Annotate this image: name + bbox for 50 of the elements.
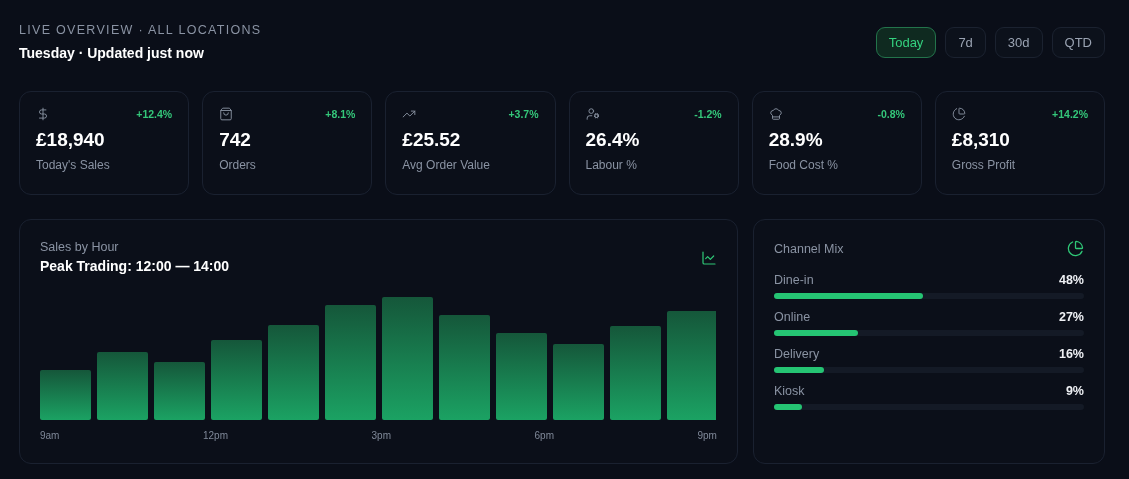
channel-name: Online — [774, 310, 811, 324]
kpi-delta: +8.1% — [325, 108, 356, 120]
kpi-delta: +14.2% — [1052, 108, 1088, 120]
axis-label: 12pm — [203, 430, 228, 441]
kpi-label: Avg Order Value — [402, 158, 491, 172]
page-title: Tuesday · Updated just now — [19, 45, 205, 61]
channel-share: 16% — [1058, 347, 1084, 361]
kpi-delta: +3.7% — [508, 108, 539, 120]
kpi-label: Labour % — [585, 158, 638, 172]
pie-chart-icon — [1067, 240, 1084, 257]
channel-share: 9% — [1065, 384, 1084, 398]
chef-hat-icon — [768, 107, 783, 121]
kpi-value: £25.52 — [402, 129, 462, 151]
range-tab[interactable]: Today — [875, 27, 937, 58]
channel-name: Kiosk — [774, 384, 805, 398]
channel-share: 27% — [1058, 310, 1084, 324]
kpi-label: Orders — [219, 158, 257, 172]
kpi-delta: -0.8% — [877, 108, 905, 120]
kpi-value: 28.9% — [768, 129, 824, 151]
axis-label: 9pm — [697, 430, 717, 441]
range-tab[interactable]: 7d — [945, 27, 986, 58]
panel-title: Sales by Hour — [40, 240, 120, 254]
chart-bar — [40, 370, 91, 420]
kpi-delta: -1.2% — [694, 108, 722, 120]
range-tab[interactable]: QTD — [1051, 27, 1105, 58]
kpi-label: Gross Profit — [951, 158, 1017, 172]
kpi-delta: +12.4% — [136, 108, 173, 120]
shopping-bag-icon — [219, 107, 234, 121]
dollar-icon — [36, 107, 50, 121]
range-tab[interactable]: 30d — [994, 27, 1043, 58]
user-gear-icon — [585, 107, 600, 121]
axis-label: 9am — [40, 430, 60, 441]
kpi-label: Today's Sales — [36, 158, 111, 172]
kpi-label: Food Cost % — [768, 158, 840, 172]
channel-name: Delivery — [774, 347, 820, 361]
pie-chart-icon — [951, 107, 966, 121]
panel-title: Channel Mix — [774, 242, 844, 256]
kpi-value: 742 — [219, 129, 252, 151]
chart-bar — [154, 362, 205, 420]
kpi-value: £18,940 — [36, 129, 106, 151]
line-chart-icon — [701, 250, 717, 266]
channel-share: 48% — [1058, 273, 1084, 287]
kpi-value: £8,310 — [951, 129, 1011, 151]
channel-name: Dine-in — [774, 273, 814, 287]
axis-label: 3pm — [371, 430, 391, 441]
axis-label: 6pm — [534, 430, 554, 441]
section-eyebrow: LIVE OVERVIEW · ALL LOCATIONS — [19, 23, 262, 37]
panel-subtitle: Peak Trading: 12:00 — 14:00 — [40, 258, 230, 274]
kpi-value: 26.4% — [585, 129, 641, 151]
chart-bar — [97, 352, 148, 420]
